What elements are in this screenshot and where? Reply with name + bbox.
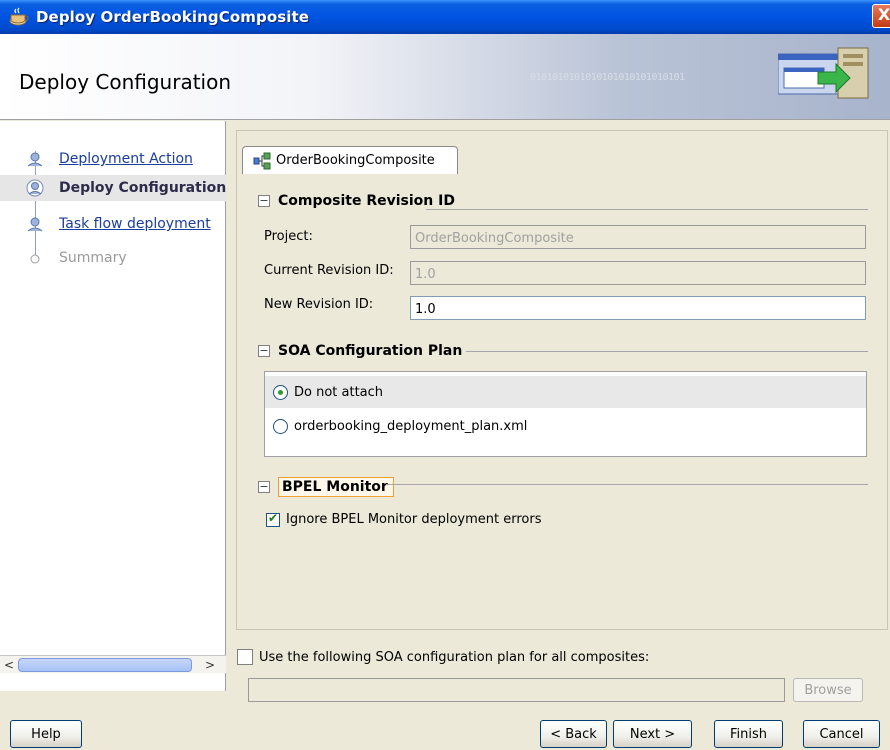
wizard-navigation: Deployment Action Deploy Configuration T…	[0, 121, 226, 691]
use-plan-for-all-checkbox[interactable]	[237, 649, 253, 665]
section-title: Composite Revision ID	[278, 193, 455, 209]
step-pending-icon	[30, 254, 40, 264]
section-bpel-monitor[interactable]: − BPEL Monitor	[258, 477, 394, 497]
nav-label: Task flow deployment	[59, 216, 211, 232]
step-person-icon	[27, 152, 43, 167]
radio-button[interactable]	[273, 418, 288, 434]
nav-item-deploy-configuration[interactable]: Deploy Configuration	[0, 175, 226, 201]
section-divider	[466, 351, 868, 352]
nav-label: Summary	[59, 250, 127, 266]
plan-option-do-not-attach[interactable]: Do not attach	[265, 376, 866, 408]
checkbox-label: Ignore BPEL Monitor deployment errors	[286, 512, 542, 527]
plan-path-input	[248, 678, 785, 702]
section-divider	[386, 484, 868, 485]
project-label: Project:	[264, 229, 313, 244]
radio-label: Do not attach	[294, 384, 384, 400]
collapse-icon[interactable]: −	[258, 345, 270, 357]
configuration-plan-list: Do not attach orderbooking_deployment_pl…	[264, 371, 867, 457]
finish-button[interactable]: Finish	[714, 720, 783, 748]
deploy-illustration-icon	[778, 47, 869, 99]
new-revision-input[interactable]: 1.0	[410, 296, 866, 320]
section-divider	[426, 209, 868, 210]
close-button[interactable]: X	[872, 4, 890, 28]
browse-button: Browse	[793, 678, 863, 702]
current-revision-field: 1.0	[410, 261, 866, 285]
nav-item-summary: Summary	[0, 245, 226, 271]
step-person-icon	[27, 217, 43, 232]
section-title: BPEL Monitor	[278, 477, 394, 497]
window-title: Deploy OrderBookingComposite	[36, 8, 310, 26]
scrollbar-thumb[interactable]	[18, 658, 192, 672]
back-button[interactable]: < Back	[540, 720, 607, 748]
collapse-icon[interactable]: −	[258, 481, 270, 493]
section-composite-revision-id[interactable]: − Composite Revision ID	[258, 193, 455, 209]
nav-label: Deployment Action	[59, 151, 193, 167]
ignore-bpel-errors-checkbox[interactable]	[266, 511, 280, 527]
ignore-bpel-errors-option[interactable]: Ignore BPEL Monitor deployment errors	[266, 511, 542, 527]
plan-option-deployment-plan-xml[interactable]: orderbooking_deployment_plan.xml	[265, 410, 866, 442]
radio-label: orderbooking_deployment_plan.xml	[294, 418, 528, 434]
scroll-left-icon[interactable]: <	[1, 657, 17, 673]
nav-item-task-flow-deployment[interactable]: Task flow deployment	[0, 211, 226, 237]
checkbox-label: Use the following SOA configuration plan…	[259, 649, 650, 665]
composite-icon	[253, 152, 271, 169]
page-title: Deploy Configuration	[19, 70, 232, 94]
collapse-icon[interactable]: −	[258, 195, 270, 207]
coffee-cup-icon	[9, 7, 29, 26]
cancel-button[interactable]: Cancel	[803, 720, 880, 748]
radio-button[interactable]	[273, 384, 288, 400]
nav-item-deployment-action[interactable]: Deployment Action	[0, 146, 226, 172]
scroll-right-icon[interactable]: >	[202, 657, 218, 673]
step-current-icon	[26, 179, 44, 197]
section-title: SOA Configuration Plan	[278, 343, 463, 359]
project-field: OrderBookingComposite	[410, 225, 866, 249]
binary-decoration: 0101010101010101010101010101	[530, 72, 685, 83]
tab-orderbookingcomposite[interactable]: OrderBookingComposite	[242, 146, 458, 174]
help-button[interactable]: Help	[10, 720, 82, 748]
new-revision-label: New Revision ID:	[264, 297, 374, 312]
section-soa-configuration-plan[interactable]: − SOA Configuration Plan	[258, 343, 462, 359]
wizard-header: Deploy Configuration 0101010101010101010…	[0, 34, 890, 120]
tab-label: OrderBookingComposite	[276, 153, 435, 168]
title-bar: Deploy OrderBookingComposite X	[0, 0, 890, 34]
use-plan-for-all-option[interactable]: Use the following SOA configuration plan…	[237, 649, 649, 665]
nav-label: Deploy Configuration	[59, 180, 227, 196]
next-button[interactable]: Next >	[613, 720, 692, 748]
nav-horizontal-scrollbar[interactable]: < >	[0, 655, 226, 673]
current-revision-label: Current Revision ID:	[264, 263, 394, 278]
